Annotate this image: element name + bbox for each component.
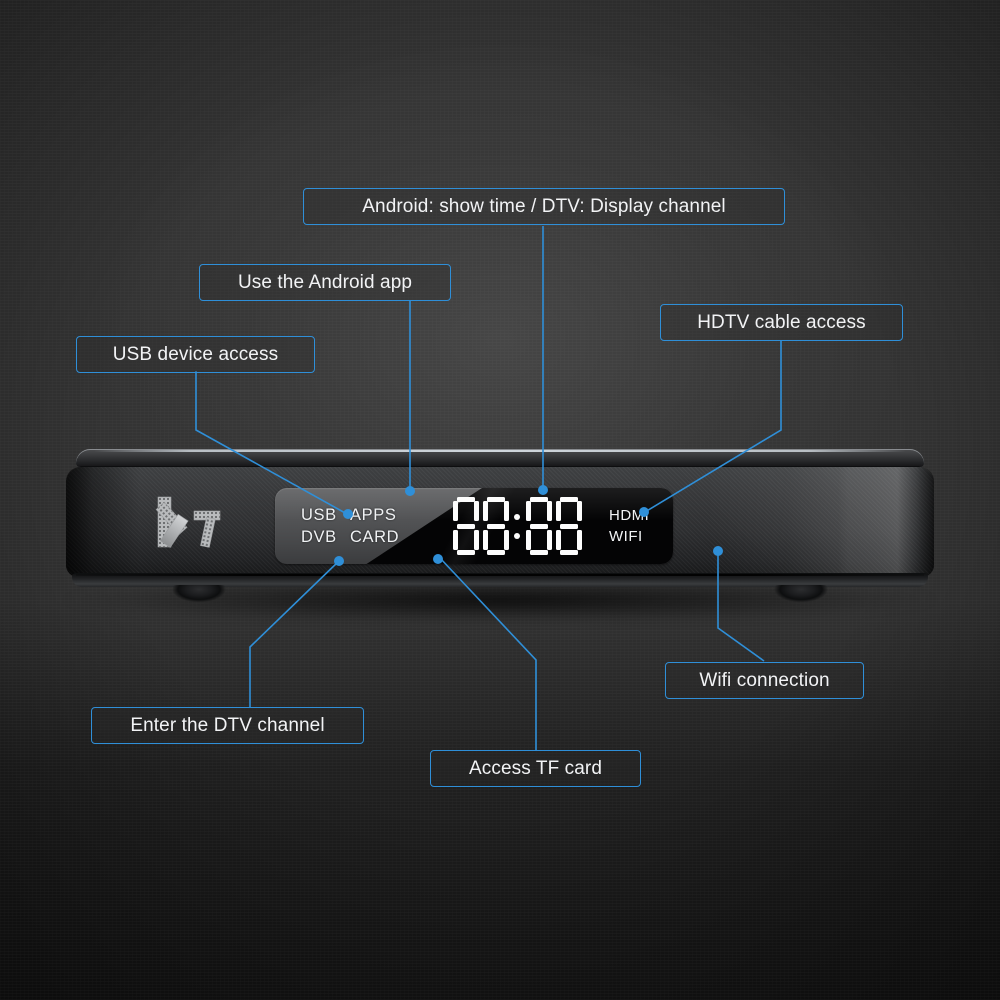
device-foot-right — [774, 585, 828, 605]
callout-use-android-app[interactable]: Use the Android app — [199, 264, 451, 301]
indicator-wifi: WIFI — [609, 528, 643, 545]
indicator-dvb: DVB — [301, 527, 337, 546]
indicator-row-top: USB APPS — [301, 507, 399, 524]
device-left-corner-shading — [66, 467, 140, 577]
infographic-canvas: USB APPS DVB CARD HDMI WIFI Android: sho… — [0, 0, 1000, 1000]
callout-label-hdtv-cable-access: HDTV cable access — [697, 311, 866, 333]
indicator-hdmi: HDMI — [609, 507, 650, 524]
callout-wifi-connection[interactable]: Wifi connection — [665, 662, 864, 699]
front-display-panel: USB APPS DVB CARD HDMI WIFI — [275, 488, 673, 564]
callout-android-time-dtv-channel[interactable]: Android: show time / DTV: Display channe… — [303, 188, 785, 225]
device-foot-left — [172, 585, 226, 605]
tv-box-device: USB APPS DVB CARD HDMI WIFI — [56, 449, 944, 623]
device-top-highlight — [94, 450, 906, 452]
clock-digit-1 — [453, 497, 479, 555]
display-left-indicators: USB APPS DVB CARD — [301, 507, 399, 545]
clock-digit-4 — [556, 497, 582, 555]
indicator-apps: APPS — [350, 506, 397, 524]
device-bottom-seam — [76, 574, 924, 576]
indicator-usb: USB — [301, 506, 337, 524]
callout-label-wifi-connection: Wifi connection — [699, 669, 830, 691]
callout-label-usb-device-access: USB device access — [112, 343, 279, 365]
callout-label-use-android-app: Use the Android app — [237, 271, 413, 293]
callout-label-access-tf-card: Access TF card — [468, 757, 603, 779]
indicator-card: CARD — [350, 527, 400, 546]
device-right-corner-highlight — [838, 467, 934, 577]
callout-hdtv-cable-access[interactable]: HDTV cable access — [660, 304, 903, 341]
brand-logo-k7 — [146, 491, 250, 553]
clock-digit-2 — [483, 497, 509, 555]
callout-enter-dtv-channel[interactable]: Enter the DTV channel — [91, 707, 364, 744]
callout-label-enter-dtv-channel: Enter the DTV channel — [130, 714, 325, 736]
clock-colon — [513, 497, 522, 555]
callout-access-tf-card[interactable]: Access TF card — [430, 750, 641, 787]
indicator-row-bottom: DVB CARD — [301, 527, 400, 546]
display-right-indicators: HDMI WIFI — [609, 508, 649, 544]
callout-label-android-time: Android: show time / DTV: Display channe… — [362, 195, 726, 217]
clock-digit-3 — [526, 497, 552, 555]
callout-usb-device-access[interactable]: USB device access — [76, 336, 315, 373]
seven-segment-clock — [453, 497, 582, 555]
